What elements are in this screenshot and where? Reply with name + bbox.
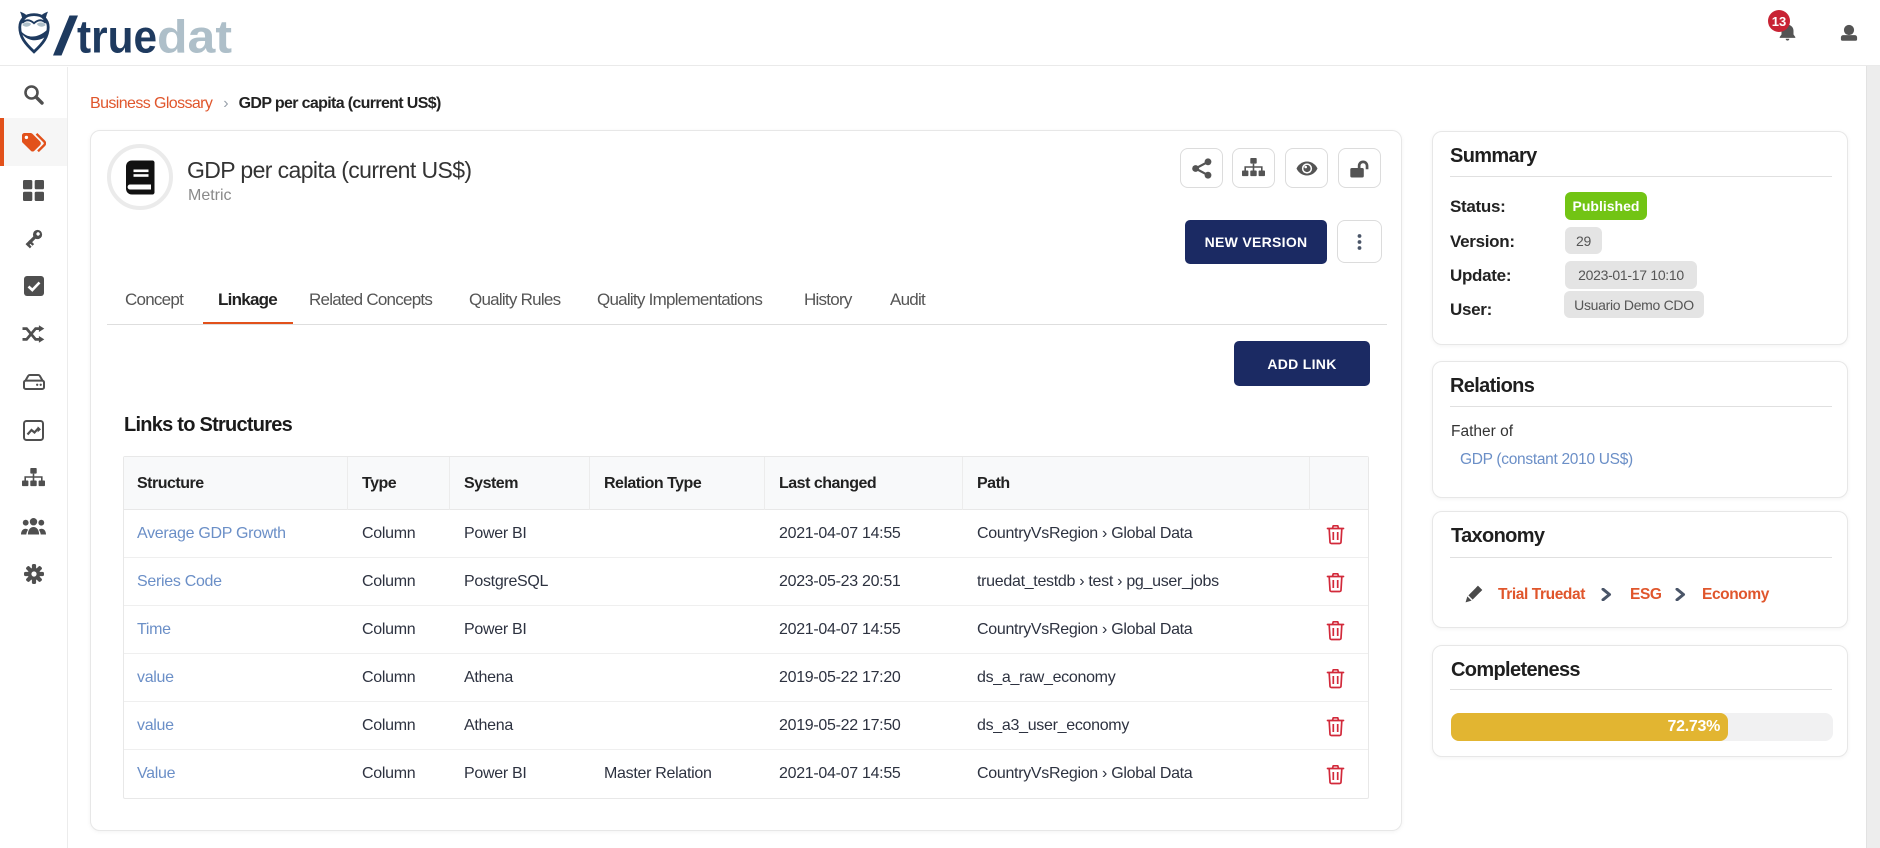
svg-text:true: true — [77, 11, 157, 58]
svg-text:dat: dat — [157, 11, 232, 58]
